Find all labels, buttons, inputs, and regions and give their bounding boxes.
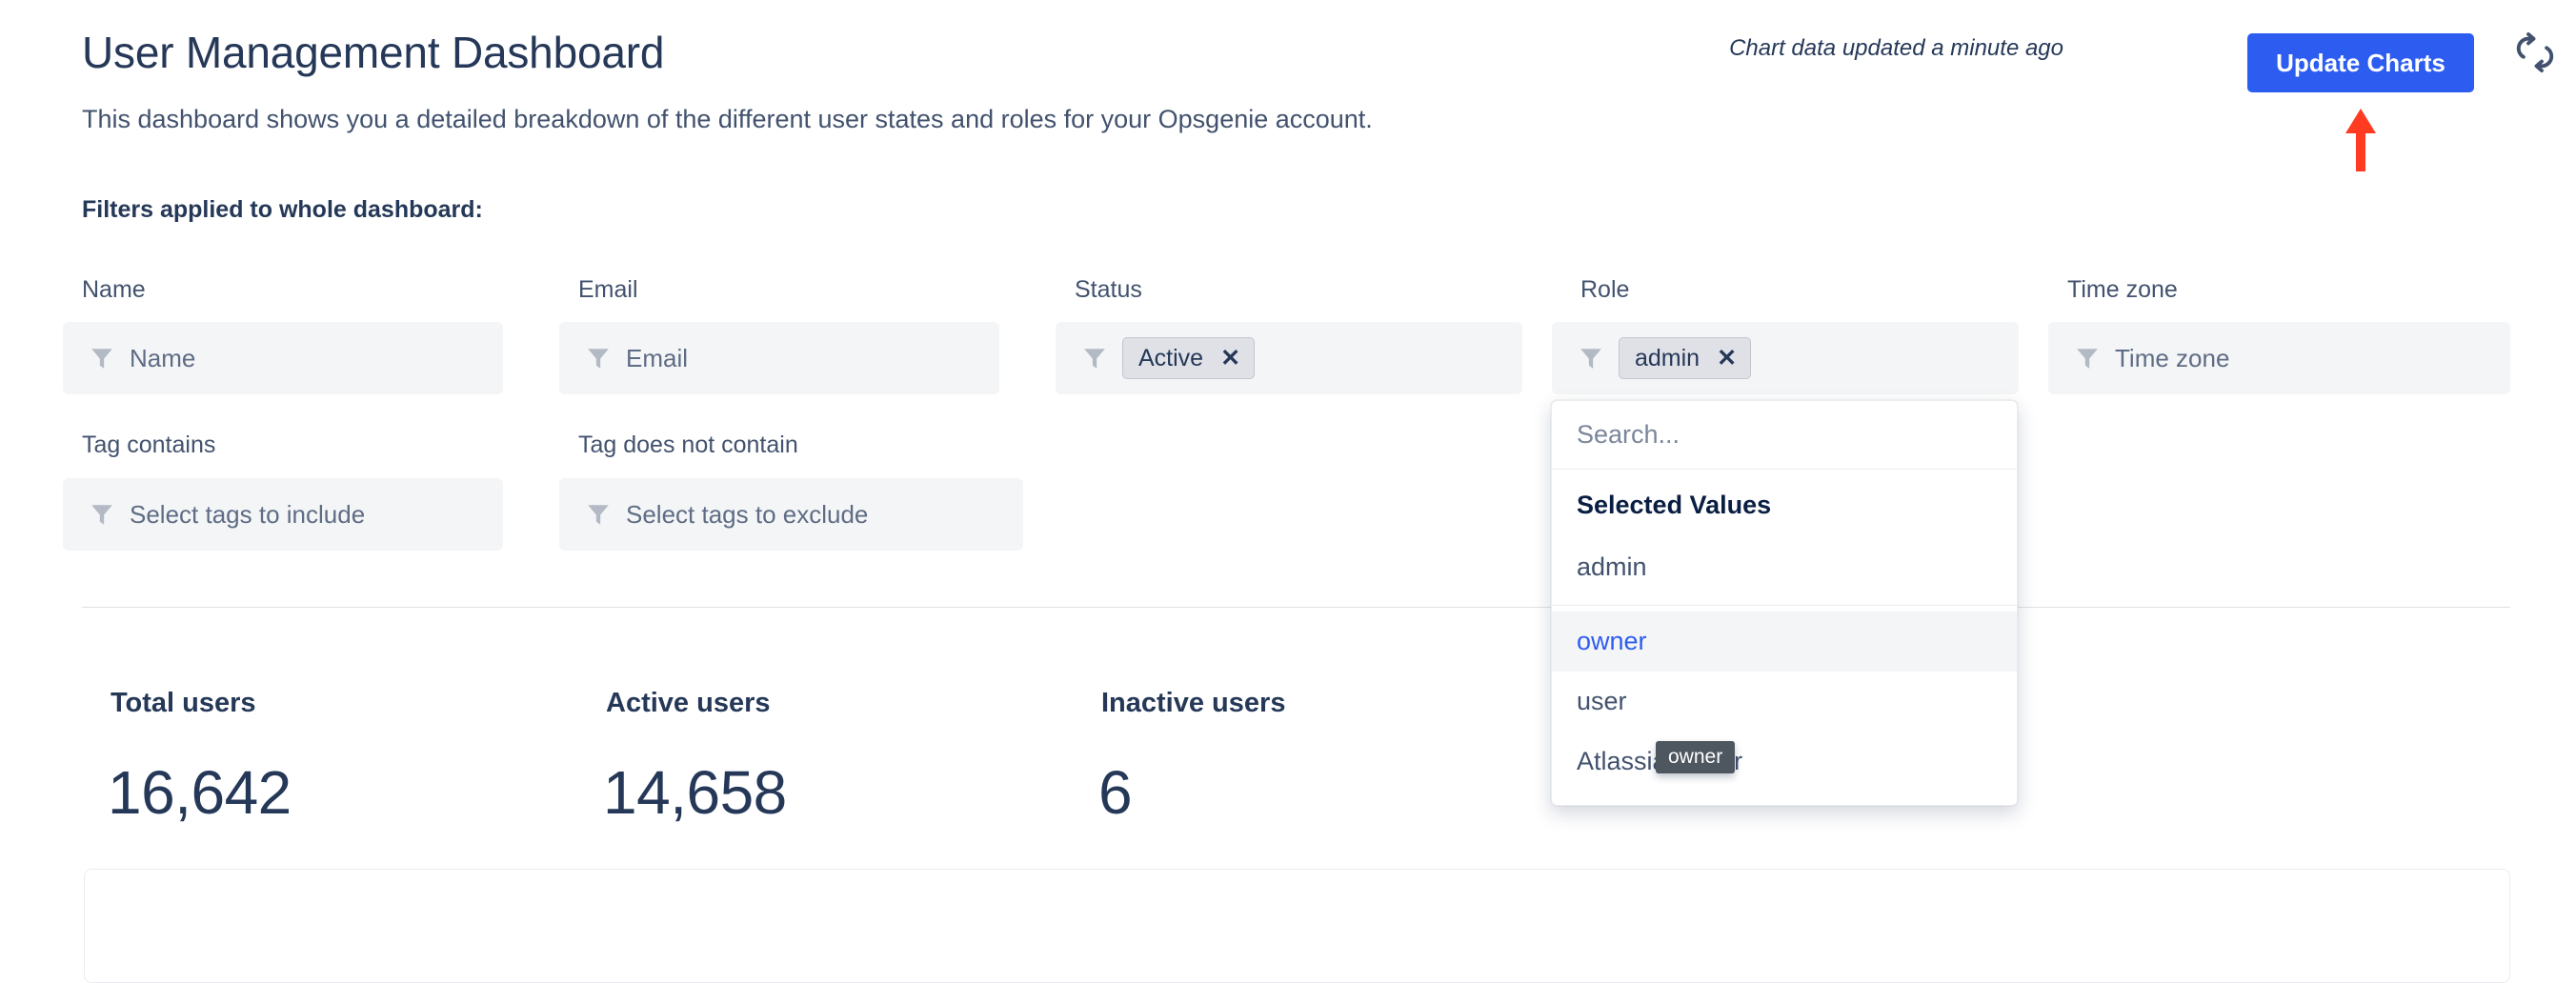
- stat-value-total-users: 16,642: [108, 758, 292, 827]
- dropdown-selected-values-section: Selected Values admin: [1552, 470, 2017, 606]
- chart-card-placeholder: [84, 869, 2510, 983]
- filter-chip-status-active[interactable]: Active ✕: [1122, 337, 1256, 379]
- filter-placeholder-name: Name: [130, 343, 196, 372]
- stat-value-inactive-users: 6: [1098, 758, 1133, 827]
- filter-label-time-zone: Time zone: [2067, 276, 2178, 303]
- filter-input-role[interactable]: admin ✕: [1552, 322, 2019, 394]
- stat-value-active-users: 14,658: [603, 758, 787, 827]
- funnel-icon: [90, 502, 114, 527]
- filter-label-email: Email: [578, 276, 638, 303]
- filter-placeholder-time-zone: Time zone: [2115, 343, 2230, 372]
- update-charts-button[interactable]: Update Charts: [2247, 33, 2474, 92]
- dropdown-selected-value-admin[interactable]: admin: [1552, 545, 2017, 586]
- filter-label-name: Name: [82, 276, 146, 303]
- stat-title-total-users: Total users: [111, 688, 256, 718]
- dropdown-selected-values-heading: Selected Values: [1577, 491, 1772, 519]
- dropdown-option-owner[interactable]: owner: [1552, 612, 2017, 672]
- dropdown-search-row: [1552, 401, 2017, 470]
- filters-heading: Filters applied to whole dashboard:: [82, 196, 483, 223]
- filter-label-role: Role: [1580, 276, 1630, 303]
- chip-label: admin: [1635, 344, 1701, 371]
- funnel-icon: [1579, 346, 1603, 371]
- funnel-icon: [2075, 346, 2100, 371]
- dropdown-option-atlassian-user[interactable]: Atlassian User: [1552, 732, 2017, 792]
- page-subtitle: This dashboard shows you a detailed brea…: [82, 105, 1373, 133]
- funnel-icon: [1082, 346, 1107, 371]
- section-divider: [82, 607, 2510, 608]
- filter-input-tag-contains[interactable]: Select tags to include: [63, 478, 503, 551]
- filter-placeholder-email: Email: [626, 343, 689, 372]
- dropdown-option-list: owner user Atlassian User: [1552, 606, 2017, 805]
- filter-input-time-zone[interactable]: Time zone: [2048, 322, 2510, 394]
- filter-label-tag-not-contains: Tag does not contain: [578, 431, 798, 458]
- filter-placeholder-tag-not-contains: Select tags to exclude: [626, 499, 869, 529]
- filter-placeholder-tag-contains: Select tags to include: [130, 499, 366, 529]
- filter-label-status: Status: [1075, 276, 1142, 303]
- funnel-icon: [586, 346, 611, 371]
- option-tooltip: owner: [1656, 741, 1736, 773]
- filter-input-tag-not-contains[interactable]: Select tags to exclude: [559, 478, 1023, 551]
- annotation-arrow-icon: [2344, 109, 2378, 171]
- dropdown-option-user[interactable]: user: [1552, 672, 2017, 732]
- funnel-icon: [586, 502, 611, 527]
- chart-updated-status: Chart data updated a minute ago: [1729, 35, 2063, 61]
- refresh-icon[interactable]: [2514, 31, 2556, 73]
- funnel-icon: [90, 346, 114, 371]
- filter-chip-role-admin[interactable]: admin ✕: [1619, 337, 1752, 379]
- page-title: User Management Dashboard: [82, 28, 665, 77]
- role-filter-dropdown: Selected Values admin owner user Atlassi…: [1551, 400, 2018, 806]
- filter-input-status[interactable]: Active ✕: [1056, 322, 1522, 394]
- chip-remove-icon[interactable]: ✕: [1220, 346, 1240, 371]
- filter-label-tag-contains: Tag contains: [82, 431, 216, 458]
- chip-remove-icon[interactable]: ✕: [1717, 346, 1737, 371]
- chip-label: Active: [1138, 344, 1204, 371]
- stat-title-active-users: Active users: [606, 688, 771, 718]
- filter-input-email[interactable]: Email: [559, 322, 999, 394]
- filter-input-name[interactable]: Name: [63, 322, 503, 394]
- dropdown-search-input[interactable]: [1577, 420, 1992, 450]
- stat-title-inactive-users: Inactive users: [1101, 688, 1286, 718]
